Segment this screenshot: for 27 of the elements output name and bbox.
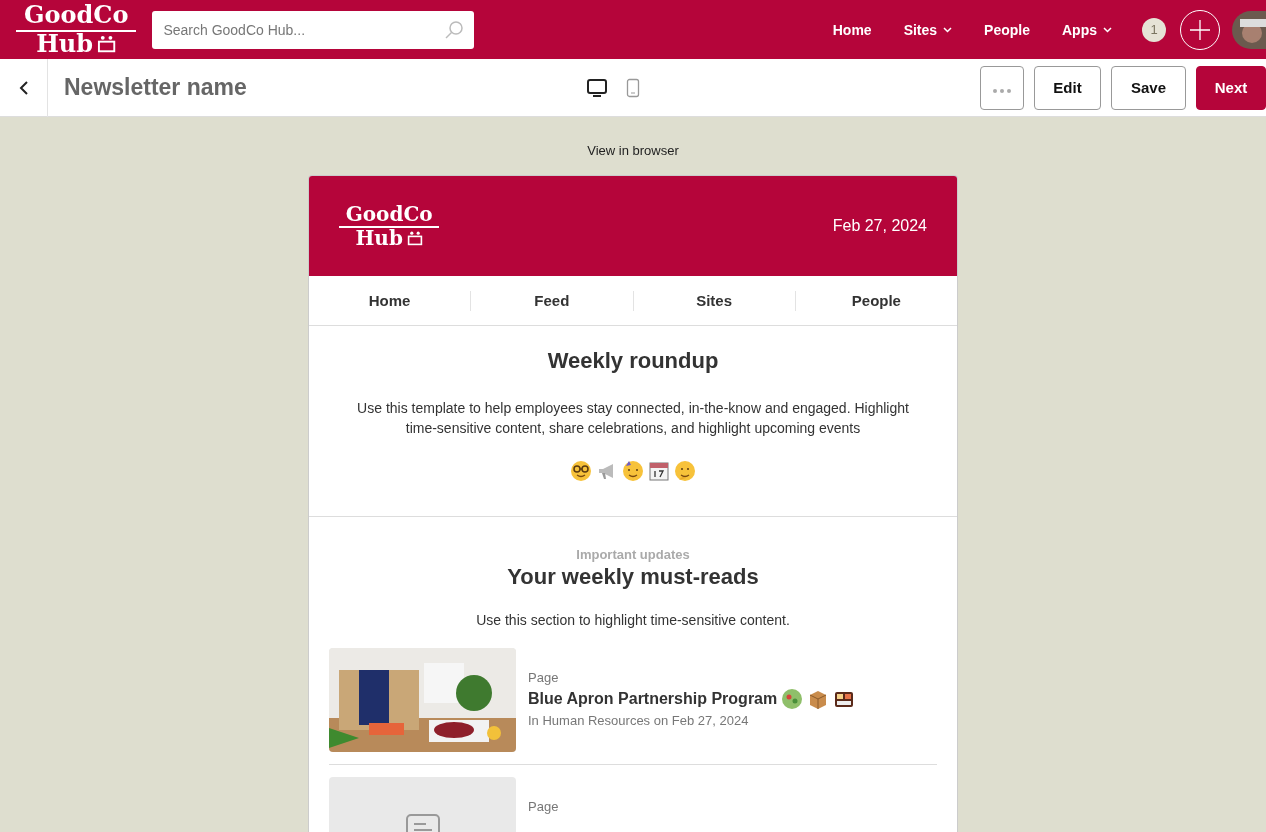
section-text: Use this section to highlight time-sensitive content. xyxy=(476,611,790,630)
newsletter-nav-link[interactable]: Feed xyxy=(470,290,633,311)
section-heading: Your weekly must-reads xyxy=(507,564,759,590)
item-type: Page xyxy=(528,799,559,814)
newsletter-date: Feb 27, 2024 xyxy=(832,217,927,235)
section-eyebrow: Important updates xyxy=(576,547,690,562)
section-heading: Weekly roundup xyxy=(547,348,719,374)
item-type: Page xyxy=(528,670,560,685)
logo: GoodCo Hub xyxy=(16,3,137,56)
nav-link[interactable]: Home xyxy=(832,21,872,38)
newsletter-title: Newsletter name xyxy=(64,74,248,101)
newsletter-nav-link[interactable]: People xyxy=(794,290,957,311)
next-button[interactable]: Next xyxy=(1196,65,1266,110)
view-in-browser-link[interactable]: View in browser xyxy=(587,143,679,158)
intro-text: Use this template to help employees stay connected, in-the-know and engaged. Highlight time-sensitive content, share celebrations, and highlight upcoming events xyxy=(356,399,910,438)
nav-link[interactable]: Sites xyxy=(903,21,953,38)
nav-link[interactable]: People xyxy=(984,21,1030,38)
newsletter-nav-link[interactable]: Home xyxy=(309,290,471,311)
newsletter-nav-link[interactable]: Sites xyxy=(632,290,795,311)
item-meta: In Human Resources on Feb 27, 2024 xyxy=(528,713,750,728)
toolbar-button[interactable]: Save xyxy=(1111,65,1186,110)
newsletter-logo: GoodCo Hub xyxy=(339,204,440,248)
nav-link[interactable]: Apps xyxy=(1062,21,1112,38)
toolbar-button[interactable]: Edit xyxy=(1034,65,1101,110)
search-field[interactable]: Search GoodCo Hub... xyxy=(152,10,475,49)
notification-count[interactable]: 1 xyxy=(1142,17,1166,42)
item-title[interactable]: Blue Apron Partnership Program xyxy=(528,690,778,708)
